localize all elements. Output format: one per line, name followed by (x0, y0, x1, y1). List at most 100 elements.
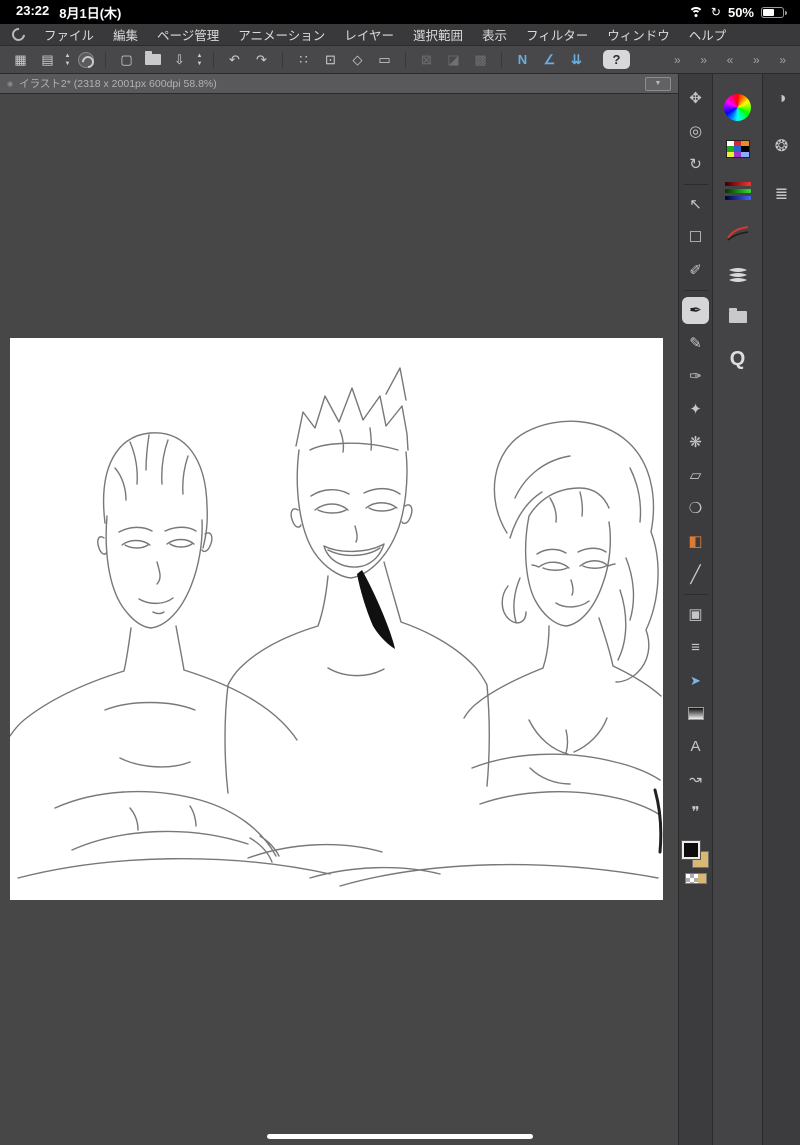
status-bar: 23:22 8月1日(木) ↻ 50% (0, 0, 800, 24)
text-tool[interactable]: A (681, 730, 711, 763)
transform-rotate-icon[interactable]: ◇ (345, 49, 370, 71)
blend-tool[interactable]: ❍ (681, 492, 711, 525)
canvas-drawing[interactable] (10, 338, 663, 900)
brush-shape-button[interactable] (726, 254, 750, 296)
workspace: ◉ イラスト2* (2318 x 2001px 600dpi 58.8%) ▼ (0, 74, 800, 1145)
color-wheel-button[interactable] (724, 86, 751, 128)
clip-studio-paint-screen: 23:22 8月1日(木) ↻ 50% ファイル 編集 ページ管理 アニメーショ… (0, 0, 800, 1145)
frame-border-tool[interactable]: ▣ (681, 598, 711, 631)
figure-tool[interactable]: ╱ (681, 558, 711, 591)
balloon-tool[interactable]: ❞ (681, 796, 711, 829)
sliders-icon[interactable]: ≣ (775, 184, 788, 204)
eraser-tool[interactable]: ▱ (681, 459, 711, 492)
document-tab-title[interactable]: イラスト2* (2318 x 2001px 600dpi 58.8%) (19, 76, 217, 91)
foreground-background-swatch[interactable] (682, 841, 709, 868)
disabled-layer-icon-2: ◪ (447, 52, 460, 67)
dock-chevron-icon[interactable]: » (753, 53, 760, 67)
new-canvas-icon[interactable]: ▢ (114, 49, 139, 71)
tab-list-dropdown[interactable]: ▼ (645, 76, 671, 91)
dock-chevron-icon[interactable]: « (727, 53, 734, 67)
navigator-icon: Q (729, 347, 746, 370)
menu-layer[interactable]: レイヤー (344, 25, 394, 44)
pencil-tool[interactable]: ✎ (681, 327, 711, 360)
selection-marquee-tool[interactable]: ☐ (681, 221, 711, 254)
material-button[interactable] (728, 296, 747, 338)
menu-page-manage[interactable]: ページ管理 (157, 25, 219, 44)
decoration-tool[interactable]: ❋ (681, 426, 711, 459)
color-wheel-icon (724, 93, 751, 121)
brush-shape-icon (728, 268, 747, 282)
orientation-lock-icon: ↻ (710, 5, 721, 19)
transparent-color-swatch[interactable] (684, 873, 707, 884)
color-set-button[interactable] (725, 128, 750, 170)
menu-edit[interactable]: 編集 (113, 25, 138, 44)
help-button[interactable]: ? (603, 50, 630, 69)
zoom-tool[interactable]: ◎ (681, 115, 711, 148)
command-bar: ▦ ▤ ▲ ▼ ▢ ⇩ ▲ ▼ ↶ ↷ ∷ ⊡ ◇ ▭ ⊠ ◪ ▩ N ∠ ⇊ … (0, 46, 800, 74)
tool-strip: ✥ ◎ ↻ ↖ ☐ ✐ ✒ ✎ ✑ ✦ ❋ ▱ ❍ ◧ ╱ ▣ ≡ ➤ A ↝ … (678, 74, 712, 1145)
divider (683, 290, 708, 291)
ruler-tool[interactable]: ≡ (681, 631, 711, 664)
date: 8月1日(木) (59, 5, 122, 21)
menu-help[interactable]: ヘルプ (689, 25, 727, 44)
document-status-icon: ◉ (7, 80, 14, 88)
fill-tool[interactable]: ◧ (681, 525, 711, 558)
menu-file[interactable]: ファイル (44, 25, 94, 44)
menu-filter[interactable]: フィルター (526, 25, 588, 44)
pen-tool-selected[interactable]: ✒ (682, 297, 709, 324)
canvas[interactable] (10, 338, 663, 900)
object-tool[interactable]: ➤ (681, 664, 711, 697)
line-correct-tool[interactable]: ↝ (681, 763, 711, 796)
operation-tool[interactable]: ↖ (681, 188, 711, 221)
transform-mesh-icon[interactable]: ⊡ (318, 49, 343, 71)
separator (501, 51, 502, 68)
rotate-canvas-tool[interactable]: ↻ (681, 148, 711, 181)
canvas-area[interactable] (0, 94, 678, 1145)
dock-chevron-icon[interactable]: » (779, 53, 786, 67)
snap-ruler-icon[interactable]: N (510, 49, 535, 71)
color-slider-button[interactable] (724, 170, 751, 212)
dock-chevron-icon[interactable]: » (700, 53, 707, 67)
disabled-layer-icon-3: ▩ (474, 52, 487, 67)
save-icon[interactable]: ⇩ (167, 49, 192, 71)
workspace-grid-icon[interactable]: ▦ (8, 49, 33, 71)
navigator-button[interactable]: Q (730, 338, 746, 380)
snap-grid-icon[interactable]: ⇊ (564, 49, 589, 71)
gear-icon[interactable]: ❂ (775, 136, 788, 156)
foreground-color-swatch[interactable] (682, 841, 700, 859)
menu-view[interactable]: 表示 (482, 25, 507, 44)
divider (683, 594, 708, 595)
pan-tool[interactable]: ✥ (681, 82, 711, 115)
clip-studio-ribbon-icon[interactable] (78, 51, 94, 68)
page-stepper[interactable]: ▲ ▼ (62, 53, 73, 67)
panel-dock-controls: » » « » » (672, 53, 792, 67)
material-folder-icon (728, 308, 747, 323)
gradient-tool[interactable] (681, 697, 711, 730)
menu-bar: ファイル 編集 ページ管理 アニメーション レイヤー 選択範囲 表示 フィルター… (0, 24, 800, 46)
clip-studio-logo-icon[interactable] (9, 25, 28, 44)
edge-strip: ◑ ❂ ≣ (762, 74, 800, 1145)
transform-dots-icon[interactable]: ∷ (291, 49, 316, 71)
brush-tool[interactable]: ✑ (681, 360, 711, 393)
page-manager-icon[interactable]: ▤ (35, 49, 60, 71)
transform-frame-icon[interactable]: ▭ (372, 49, 397, 71)
redo-icon[interactable]: ↷ (249, 49, 274, 71)
color-mixer-icon[interactable]: ◑ (777, 90, 787, 108)
menu-animation[interactable]: アニメーション (238, 25, 325, 44)
home-indicator[interactable] (267, 1134, 533, 1139)
menu-selection[interactable]: 選択範囲 (413, 25, 463, 44)
snap-special-ruler-icon[interactable]: ∠ (537, 49, 562, 71)
document-tab-bar: ◉ イラスト2* (2318 x 2001px 600dpi 58.8%) ▼ (0, 74, 678, 94)
pen-pressure-button[interactable] (726, 212, 750, 254)
dock-chevron-icon[interactable]: » (674, 53, 681, 67)
battery-percent: 50% (727, 4, 754, 20)
undo-icon[interactable]: ↶ (222, 49, 247, 71)
divider (683, 184, 708, 185)
save-stepper[interactable]: ▲ ▼ (194, 53, 205, 67)
menu-window[interactable]: ウィンドウ (607, 25, 670, 44)
eyedropper-tool[interactable]: ✐ (681, 254, 711, 287)
open-file-icon[interactable] (145, 51, 161, 65)
airbrush-tool[interactable]: ✦ (681, 393, 711, 426)
gradient-icon (687, 707, 704, 720)
battery-icon (761, 6, 787, 18)
